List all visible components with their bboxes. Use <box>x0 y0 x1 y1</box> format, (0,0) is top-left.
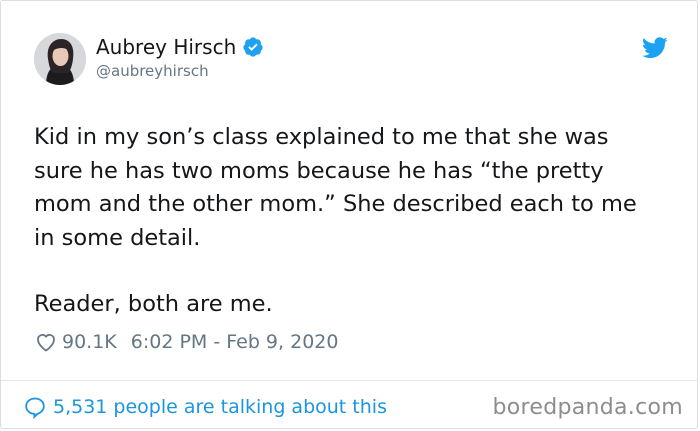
tweet-paragraph: Kid in my son’s class explained to me th… <box>34 124 637 251</box>
tweet-meta: 90.1K 6:02 PM - Feb 9, 2020 <box>34 330 338 354</box>
author-name[interactable]: Aubrey Hirsch <box>96 35 236 59</box>
tweet-paragraph: Reader, both are me. <box>34 291 273 317</box>
author-block: Aubrey Hirsch @aubreyhirsch <box>96 35 264 81</box>
tweet-timestamp[interactable]: 6:02 PM - Feb 9, 2020 <box>131 330 339 354</box>
divider <box>1 380 697 381</box>
author-name-row: Aubrey Hirsch <box>96 35 264 59</box>
tweet-header: Aubrey Hirsch @aubreyhirsch <box>34 33 674 87</box>
avatar[interactable] <box>34 33 86 85</box>
speech-bubble-icon <box>23 395 47 420</box>
tweet-body: Kid in my son’s class explained to me th… <box>34 121 664 322</box>
watermark: boredpanda.com <box>492 395 683 420</box>
like-count[interactable]: 90.1K <box>62 330 117 354</box>
author-handle[interactable]: @aubreyhirsch <box>96 61 264 81</box>
conversation-link[interactable]: 5,531 people are talking about this <box>23 392 387 422</box>
tweet-card: Aubrey Hirsch @aubreyhirsch Kid in my so… <box>0 0 698 429</box>
conversation-text: 5,531 people are talking about this <box>53 396 387 418</box>
verified-badge-icon <box>242 36 264 58</box>
heart-icon[interactable] <box>34 330 58 354</box>
avatar-image <box>34 33 86 85</box>
twitter-bird-icon[interactable] <box>642 37 668 59</box>
